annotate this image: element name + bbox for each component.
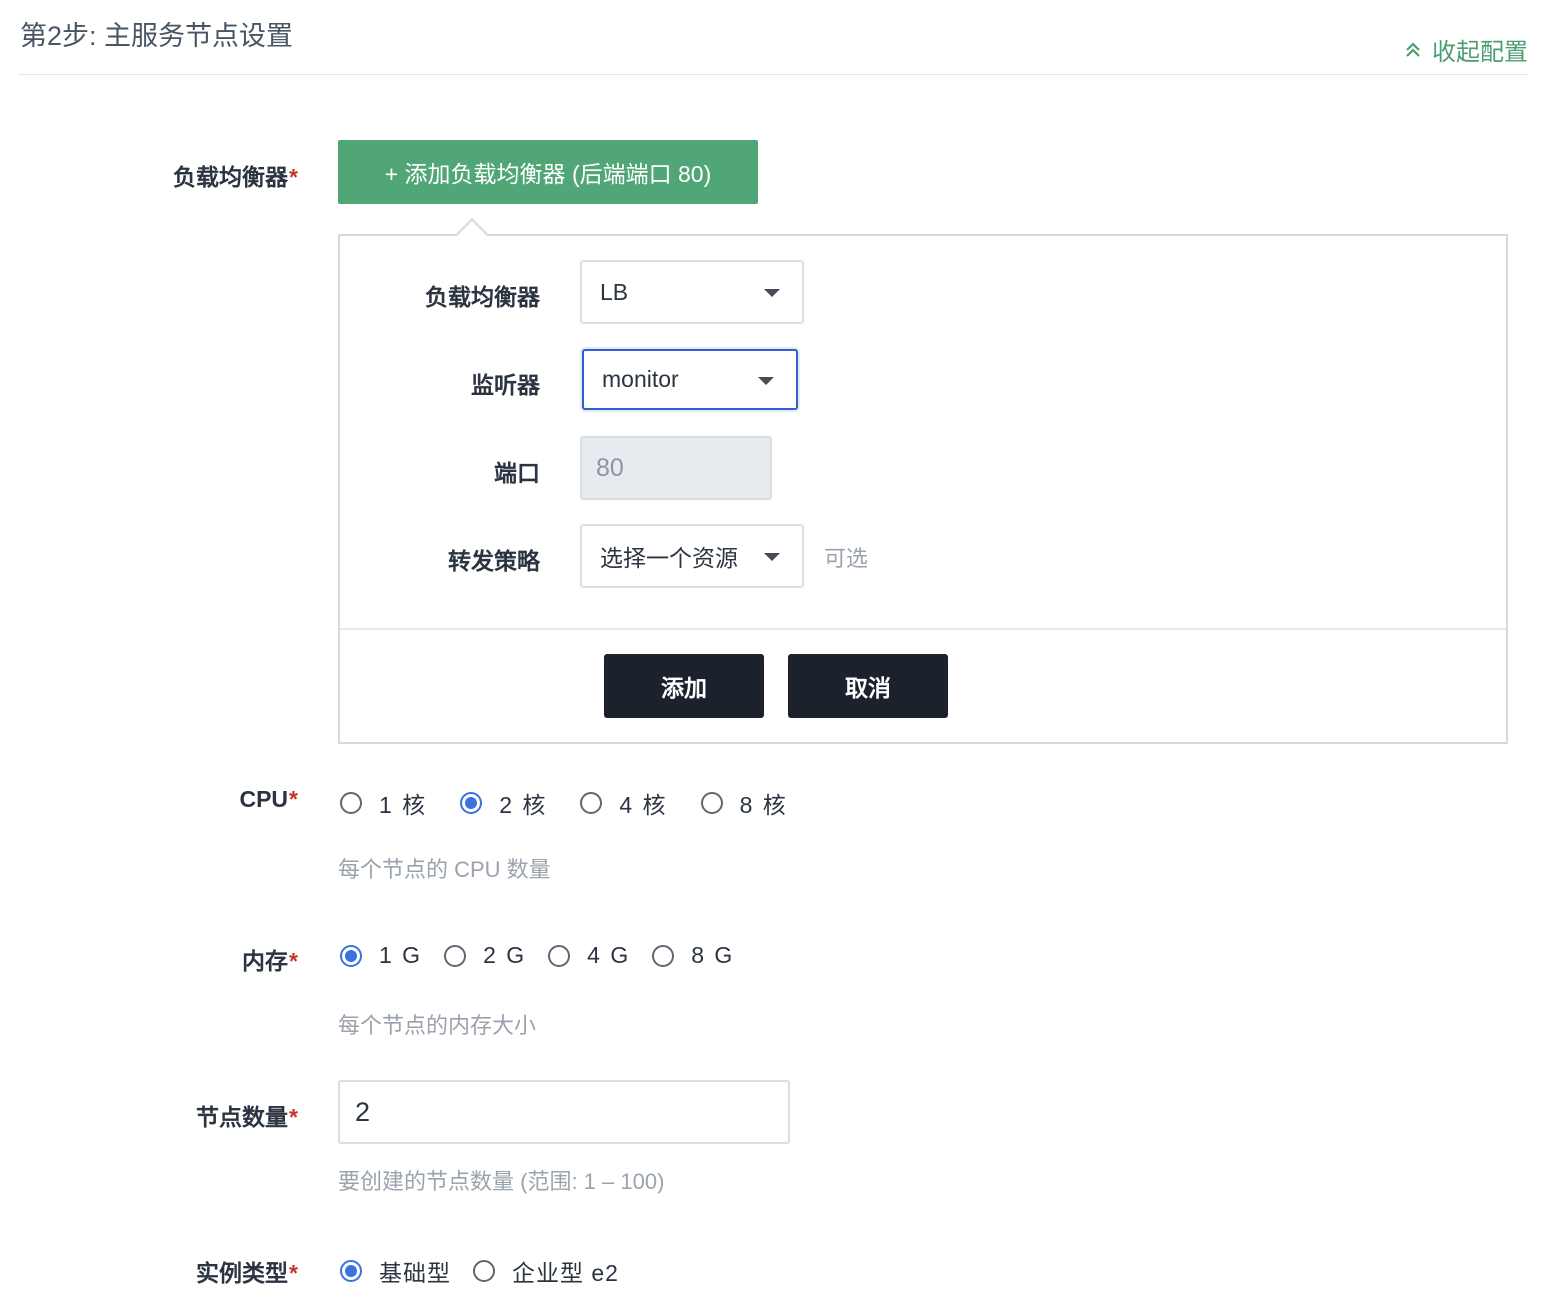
- instance-type-radio-group: 基础型 企业型 e2: [340, 1254, 619, 1288]
- radio-button[interactable]: [444, 944, 467, 967]
- cpu-option-4[interactable]: 4 核: [580, 786, 667, 820]
- required-mark: *: [289, 1104, 298, 1130]
- required-mark: *: [289, 164, 298, 190]
- lb-select[interactable]: LB: [580, 260, 804, 324]
- caret-down-icon: [758, 376, 774, 385]
- cpu-radio-group: 1 核 2 核 4 核 8 核: [340, 786, 788, 820]
- instance-type-basic[interactable]: 基础型: [340, 1254, 451, 1288]
- memory-option-label: 1 G: [379, 942, 423, 968]
- radio-button-checked[interactable]: [340, 1260, 362, 1282]
- cpu-option-label: 8 核: [739, 792, 788, 818]
- lb-field-label: 负载均衡器*: [173, 158, 298, 192]
- policy-select[interactable]: 选择一个资源: [580, 524, 804, 588]
- cpu-option-label: 1 核: [379, 792, 428, 818]
- cpu-option-label: 4 核: [619, 792, 668, 818]
- header-divider: [18, 74, 1528, 75]
- panel-pointer-fill: [457, 221, 487, 236]
- add-load-balancer-button[interactable]: + 添加负载均衡器 (后端端口 80): [338, 140, 758, 204]
- node-count-hint: 要创建的节点数量 (范围: 1 – 100): [338, 1169, 665, 1194]
- cpu-field-label-text: CPU: [239, 786, 289, 812]
- memory-field-label: 内存*: [242, 942, 298, 976]
- memory-option-2g[interactable]: 2 G: [444, 942, 526, 969]
- add-load-balancer-label: + 添加负载均衡器 (后端端口 80): [384, 161, 712, 187]
- required-mark: *: [289, 786, 298, 812]
- collapse-config-label: 收起配置: [1432, 39, 1528, 66]
- radio-button[interactable]: [548, 944, 571, 967]
- caret-down-icon: [764, 289, 780, 297]
- panel-divider: [340, 628, 1506, 630]
- cpu-option-label: 2 核: [499, 792, 548, 818]
- policy-optional-hint: 可选: [824, 546, 869, 571]
- memory-option-label: 8 G: [691, 942, 735, 968]
- panel-policy-label: 转发策略: [448, 548, 540, 574]
- radio-button-checked[interactable]: [340, 944, 362, 967]
- double-chevron-up-icon: [1406, 41, 1420, 57]
- radio-button[interactable]: [473, 1260, 495, 1282]
- panel-cancel-button[interactable]: 取消: [788, 654, 948, 718]
- panel-lb-label: 负载均衡器: [425, 284, 540, 310]
- listener-select[interactable]: monitor: [582, 349, 798, 410]
- radio-button[interactable]: [652, 944, 675, 967]
- node-count-field-label-text: 节点数量: [196, 1104, 289, 1130]
- instance-type-field-label-text: 实例类型: [196, 1260, 289, 1286]
- node-count-field-label: 节点数量*: [196, 1098, 298, 1132]
- instance-type-option-label: 企业型 e2: [512, 1260, 619, 1286]
- required-mark: *: [289, 948, 298, 974]
- memory-option-8g[interactable]: 8 G: [652, 942, 734, 969]
- collapse-config-link[interactable]: 收起配置: [1404, 32, 1528, 67]
- cpu-option-1[interactable]: 1 核: [340, 786, 427, 820]
- panel-cancel-button-label: 取消: [845, 675, 891, 701]
- radio-button[interactable]: [580, 792, 603, 814]
- required-mark: *: [289, 1260, 298, 1286]
- panel-add-button-label: 添加: [661, 675, 707, 701]
- radio-button[interactable]: [340, 792, 362, 814]
- cpu-hint: 每个节点的 CPU 数量: [338, 857, 551, 882]
- caret-down-icon: [764, 553, 780, 561]
- step-title: 第2步: 主服务节点设置: [20, 21, 294, 51]
- memory-option-label: 2 G: [483, 942, 527, 968]
- memory-option-4g[interactable]: 4 G: [548, 942, 630, 969]
- memory-option-label: 4 G: [587, 942, 631, 968]
- cpu-field-label: CPU*: [239, 786, 298, 813]
- memory-radio-group: 1 G 2 G 4 G 8 G: [340, 942, 734, 969]
- lb-field-label-text: 负载均衡器: [173, 164, 289, 190]
- radio-button-checked[interactable]: [460, 792, 483, 814]
- cpu-option-2[interactable]: 2 核: [460, 786, 547, 820]
- lb-select-value: LB: [600, 278, 629, 305]
- panel-listener-label: 监听器: [471, 372, 540, 398]
- panel-add-button[interactable]: 添加: [604, 654, 764, 718]
- listener-select-value: monitor: [602, 366, 679, 392]
- memory-option-1g[interactable]: 1 G: [340, 942, 422, 969]
- instance-type-field-label: 实例类型*: [196, 1254, 298, 1288]
- cpu-option-8[interactable]: 8 核: [700, 786, 788, 820]
- radio-button[interactable]: [700, 792, 723, 814]
- memory-field-label-text: 内存: [242, 948, 289, 974]
- port-value: 80: [596, 453, 624, 482]
- instance-type-option-label: 基础型: [379, 1260, 451, 1286]
- memory-hint: 每个节点的内存大小: [338, 1013, 537, 1038]
- node-count-input[interactable]: [338, 1080, 790, 1144]
- panel-port-label: 端口: [494, 460, 540, 486]
- port-input-disabled: 80: [580, 436, 772, 500]
- policy-select-value: 选择一个资源: [600, 545, 738, 571]
- instance-type-enterprise-e2[interactable]: 企业型 e2: [473, 1254, 619, 1288]
